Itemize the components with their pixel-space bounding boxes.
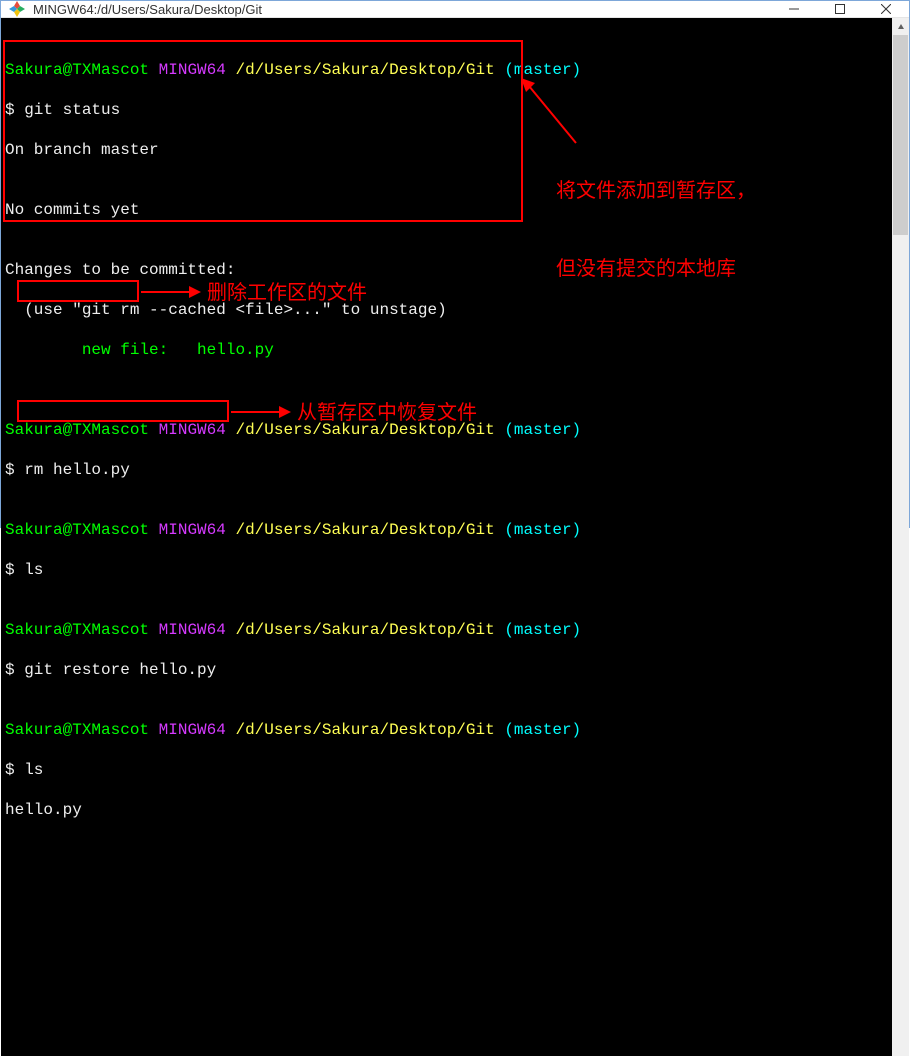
ls-output: hello.py xyxy=(5,801,82,819)
terminal-wrapper: Sakura@TXMascot MINGW64 /d/Users/Sakura/… xyxy=(1,18,909,1056)
status-hint: (use "git rm --cached <file>..." to unst… xyxy=(5,301,447,319)
scroll-up-button[interactable] xyxy=(892,18,909,35)
window-title: MINGW64:/d/Users/Sakura/Desktop/Git xyxy=(33,2,771,17)
titlebar: MINGW64:/d/Users/Sakura/Desktop/Git xyxy=(1,1,909,18)
prompt-env: MINGW64 xyxy=(159,61,226,79)
maximize-button[interactable] xyxy=(817,1,863,17)
arrow-2 xyxy=(141,282,201,302)
status-changes: Changes to be committed: xyxy=(5,261,235,279)
prompt-path: /d/Users/Sakura/Desktop/Git xyxy=(235,61,494,79)
minimize-button[interactable] xyxy=(771,1,817,17)
window-controls xyxy=(771,1,909,17)
cmd-restore: git restore hello.py xyxy=(24,661,216,679)
cmd-git-status: git status xyxy=(24,101,120,119)
close-button[interactable] xyxy=(863,1,909,17)
terminal[interactable]: Sakura@TXMascot MINGW64 /d/Users/Sakura/… xyxy=(1,18,892,1056)
status-newfile: new file: hello.py xyxy=(5,341,274,359)
cmd-rm: rm hello.py xyxy=(24,461,130,479)
mintty-icon xyxy=(9,1,25,17)
cmd-ls2: ls xyxy=(24,761,43,779)
annotation-box-3 xyxy=(17,400,229,422)
prompt-user: Sakura@TXMascot xyxy=(5,61,149,79)
scroll-thumb[interactable] xyxy=(893,35,908,235)
status-branch: On branch master xyxy=(5,141,159,159)
status-nocommits: No commits yet xyxy=(5,201,139,219)
prompt-branch: (master) xyxy=(504,61,581,79)
arrow-3 xyxy=(231,402,291,422)
cmd-ls1: ls xyxy=(24,561,43,579)
annotation-box-2 xyxy=(17,280,139,302)
window: MINGW64:/d/Users/Sakura/Desktop/Git Saku… xyxy=(0,0,910,528)
scrollbar[interactable] xyxy=(892,18,909,1056)
